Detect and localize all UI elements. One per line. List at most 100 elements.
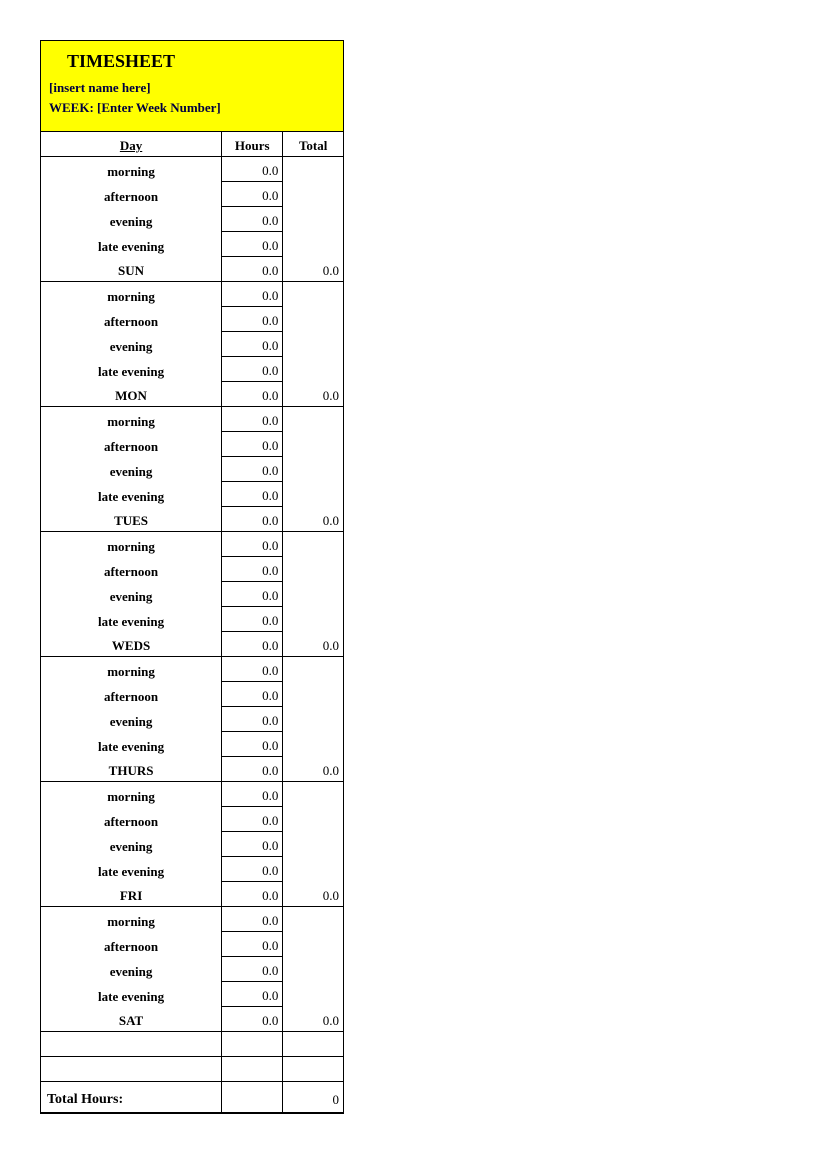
day-hours-sum: 0.0: [222, 757, 283, 782]
hours-cell[interactable]: 0.0: [222, 657, 283, 682]
total-cell: [283, 832, 343, 857]
hours-cell[interactable]: 0.0: [222, 557, 283, 582]
total-cell: [283, 782, 343, 807]
day-name: MON: [41, 382, 222, 407]
total-cell: [283, 932, 343, 957]
total-cell: [283, 682, 343, 707]
slot-label: morning: [41, 532, 222, 557]
day-name: SAT: [41, 1007, 222, 1032]
day-total-row: THURS0.00.0: [41, 757, 343, 782]
hours-cell[interactable]: 0.0: [222, 532, 283, 557]
table-row: late evening0.0: [41, 232, 343, 257]
table-row: evening0.0: [41, 832, 343, 857]
spacer-row: [41, 1057, 343, 1082]
hours-cell[interactable]: 0.0: [222, 182, 283, 207]
slot-label: afternoon: [41, 932, 222, 957]
table-row: late evening0.0: [41, 857, 343, 882]
table-row: morning0.0: [41, 532, 343, 557]
table-row: late evening0.0: [41, 482, 343, 507]
day-hours-sum: 0.0: [222, 257, 283, 282]
hours-cell[interactable]: 0.0: [222, 157, 283, 182]
grand-total-label: Total Hours:: [41, 1082, 222, 1113]
slot-label: morning: [41, 657, 222, 682]
hours-cell[interactable]: 0.0: [222, 732, 283, 757]
hours-cell[interactable]: 0.0: [222, 307, 283, 332]
hours-cell[interactable]: 0.0: [222, 957, 283, 982]
day-name: SUN: [41, 257, 222, 282]
table-row: afternoon0.0: [41, 182, 343, 207]
hours-cell[interactable]: 0.0: [222, 432, 283, 457]
table-row: evening0.0: [41, 957, 343, 982]
hours-cell[interactable]: 0.0: [222, 332, 283, 357]
slot-label: late evening: [41, 857, 222, 882]
table-row: afternoon0.0: [41, 307, 343, 332]
total-cell: [283, 707, 343, 732]
slot-label: evening: [41, 707, 222, 732]
hours-cell[interactable]: 0.0: [222, 357, 283, 382]
hours-cell[interactable]: 0.0: [222, 707, 283, 732]
slot-label: late evening: [41, 607, 222, 632]
col-hours: Hours: [222, 132, 283, 157]
table-row: afternoon0.0: [41, 557, 343, 582]
day-name: THURS: [41, 757, 222, 782]
hours-cell[interactable]: 0.0: [222, 782, 283, 807]
hours-cell[interactable]: 0.0: [222, 232, 283, 257]
slot-label: evening: [41, 582, 222, 607]
slot-label: evening: [41, 957, 222, 982]
hours-cell[interactable]: 0.0: [222, 282, 283, 307]
timesheet-title: TIMESHEET: [49, 51, 335, 72]
hours-cell[interactable]: 0.0: [222, 857, 283, 882]
table-row: evening0.0: [41, 207, 343, 232]
week-placeholder[interactable]: WEEK: [Enter Week Number]: [49, 98, 335, 118]
slot-label: morning: [41, 782, 222, 807]
total-cell: [283, 357, 343, 382]
total-cell: [283, 582, 343, 607]
hours-cell[interactable]: 0.0: [222, 907, 283, 932]
hours-cell[interactable]: 0.0: [222, 682, 283, 707]
hours-cell[interactable]: 0.0: [222, 982, 283, 1007]
slot-label: morning: [41, 907, 222, 932]
day-total-row: SAT0.00.0: [41, 1007, 343, 1032]
slot-label: evening: [41, 457, 222, 482]
total-cell: [283, 407, 343, 432]
hours-cell[interactable]: 0.0: [222, 482, 283, 507]
day-total-row: MON0.00.0: [41, 382, 343, 407]
day-total: 0.0: [283, 507, 343, 532]
day-hours-sum: 0.0: [222, 882, 283, 907]
day-total: 0.0: [283, 757, 343, 782]
day-hours-sum: 0.0: [222, 632, 283, 657]
hours-cell[interactable]: 0.0: [222, 407, 283, 432]
total-cell: [283, 232, 343, 257]
total-cell: [283, 482, 343, 507]
grand-total-hours: [222, 1082, 283, 1113]
total-cell: [283, 607, 343, 632]
hours-cell[interactable]: 0.0: [222, 807, 283, 832]
table-row: morning0.0: [41, 782, 343, 807]
total-cell: [283, 207, 343, 232]
total-cell: [283, 907, 343, 932]
total-cell: [283, 332, 343, 357]
slot-label: afternoon: [41, 182, 222, 207]
day-total-row: SUN0.00.0: [41, 257, 343, 282]
slot-label: late evening: [41, 982, 222, 1007]
grand-total-value: 0: [283, 1082, 343, 1113]
hours-cell[interactable]: 0.0: [222, 932, 283, 957]
slot-label: afternoon: [41, 557, 222, 582]
name-placeholder[interactable]: [insert name here]: [49, 78, 335, 98]
day-total: 0.0: [283, 882, 343, 907]
hours-cell[interactable]: 0.0: [222, 207, 283, 232]
slot-label: morning: [41, 282, 222, 307]
day-total: 0.0: [283, 382, 343, 407]
hours-cell[interactable]: 0.0: [222, 582, 283, 607]
day-total: 0.0: [283, 632, 343, 657]
table-row: morning0.0: [41, 407, 343, 432]
day-total-row: WEDS0.00.0: [41, 632, 343, 657]
hours-cell[interactable]: 0.0: [222, 607, 283, 632]
table-row: evening0.0: [41, 457, 343, 482]
timesheet-table: Day Hours Total morning0.0afternoon0.0ev…: [41, 132, 343, 1113]
total-cell: [283, 307, 343, 332]
hours-cell[interactable]: 0.0: [222, 457, 283, 482]
hours-cell[interactable]: 0.0: [222, 832, 283, 857]
total-cell: [283, 857, 343, 882]
slot-label: morning: [41, 407, 222, 432]
